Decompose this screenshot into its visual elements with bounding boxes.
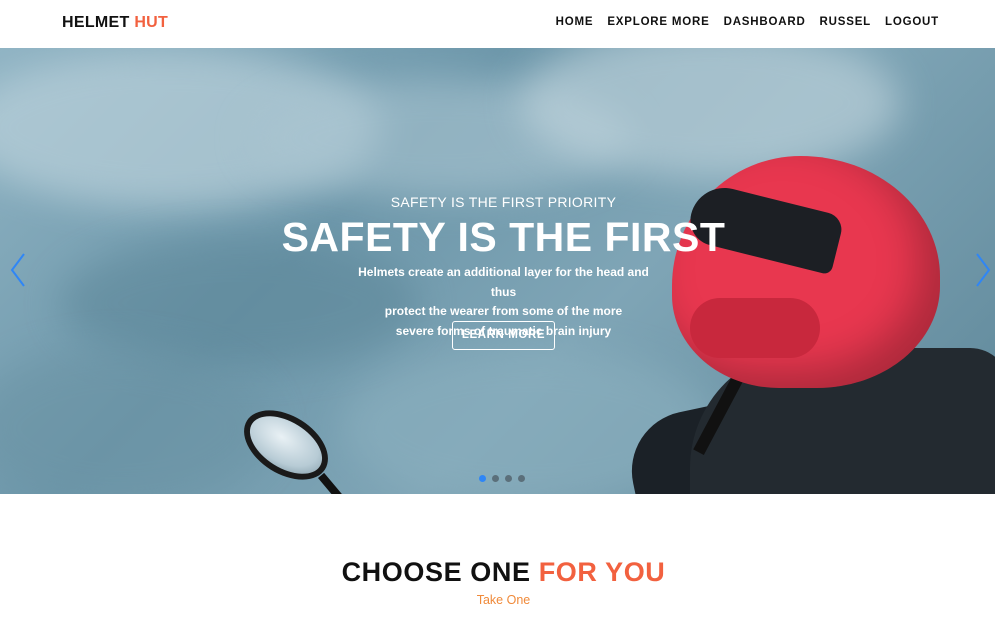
carousel-indicator-4[interactable] — [518, 475, 525, 482]
hero-title: SAFETY IS THE FIRST — [281, 214, 726, 260]
hero-carousel: SAFETY IS THE FIRST PRIORITY SAFETY IS T… — [0, 48, 995, 494]
brand-name-part2: HUT — [129, 14, 169, 31]
carousel-indicators — [479, 475, 525, 482]
nav-item-home[interactable]: HOME — [556, 16, 594, 28]
carousel-next-button[interactable] — [971, 250, 995, 290]
carousel-indicator-3[interactable] — [505, 475, 512, 482]
nav-item-explore-more[interactable]: EXPLORE MORE — [607, 16, 709, 28]
hero-description-line: Helmets create an additional layer for t… — [358, 265, 649, 299]
carousel-prev-button[interactable] — [6, 250, 30, 290]
chevron-right-icon — [976, 253, 991, 287]
brand-logo[interactable]: HELMET HUT — [62, 14, 168, 32]
carousel-indicator-2[interactable] — [492, 475, 499, 482]
section-title-part1: CHOOSE ONE — [341, 557, 531, 587]
section-subtitle: Take One — [476, 593, 531, 607]
hero-description-line: protect the wearer from some of the more — [384, 304, 623, 318]
section-title: CHOOSE ONE FOR YOU — [0, 557, 995, 588]
learn-more-button[interactable]: LEARN MORE — [452, 321, 555, 350]
navbar: HELMET HUT HOME EXPLORE MORE DASHBOARD R… — [0, 0, 995, 48]
section-title-part2: FOR YOU — [530, 557, 666, 587]
carousel-indicator-1[interactable] — [479, 475, 486, 482]
hero-caption: SAFETY IS THE FIRST PRIORITY SAFETY IS T… — [0, 48, 995, 494]
nav-item-user-russel[interactable]: RUSSEL — [820, 16, 871, 28]
hero-subtitle: SAFETY IS THE FIRST PRIORITY — [390, 194, 617, 210]
main-nav: HOME EXPLORE MORE DASHBOARD RUSSEL LOGOU… — [556, 16, 939, 28]
nav-item-dashboard[interactable]: DASHBOARD — [724, 16, 806, 28]
chevron-left-icon — [10, 253, 25, 287]
nav-item-logout[interactable]: LOGOUT — [885, 16, 939, 28]
brand-name-part1: HELMET — [62, 14, 130, 31]
